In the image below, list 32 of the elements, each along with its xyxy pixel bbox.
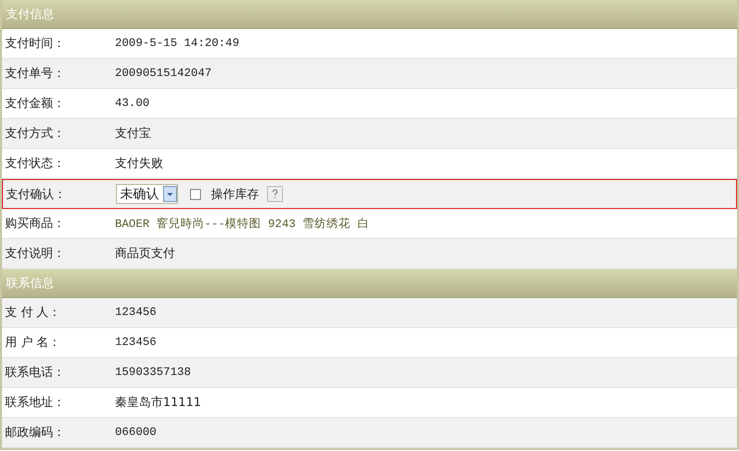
field-label: 支付时间： — [4, 35, 66, 52]
field-label: 购买商品： — [4, 215, 66, 232]
field-label: 支付单号： — [4, 65, 66, 82]
field-value: 支付失败 — [115, 155, 163, 172]
stock-checkbox[interactable] — [190, 188, 201, 200]
dropdown-icon — [163, 186, 177, 202]
field-label: 联系地址： — [4, 394, 66, 411]
field-label: 联系电话： — [4, 364, 66, 381]
field-label: 支付说明： — [4, 245, 66, 262]
field-value: 123456 — [115, 336, 156, 349]
field-value: 123456 — [115, 306, 156, 319]
field-value: 066000 — [115, 426, 156, 439]
field-value: 支付宝 — [115, 125, 151, 142]
section-title: 联系信息 — [6, 274, 54, 292]
field-label: 邮政编码： — [4, 424, 66, 441]
field-value: 2009-5-15 14:20:49 — [115, 37, 240, 50]
field-label: 支付状态： — [4, 155, 66, 172]
field-label: 支付金额： — [4, 95, 66, 112]
field-label: 用 户 名： — [4, 334, 62, 351]
field-value: 秦皇岛市11111 — [115, 394, 202, 411]
field-value: 商品页支付 — [115, 245, 175, 262]
field-value: 43.00 — [115, 97, 150, 110]
field-label: 支 付 人： — [4, 304, 62, 321]
field-label: 支付方式： — [4, 125, 66, 142]
checkbox-label: 操作库存 — [211, 186, 259, 202]
field-value: 15903357138 — [115, 366, 191, 379]
help-icon[interactable] — [267, 186, 283, 202]
confirm-select[interactable]: 未确认 — [116, 184, 178, 204]
product-link[interactable]: BAOER 窨兒時尚---模特图 9243 雪纺绣花 白 — [115, 216, 370, 231]
section-title: 支付信息 — [6, 6, 54, 22]
field-value: 20090515142047 — [115, 67, 212, 80]
field-label: 支付确认： — [5, 186, 67, 202]
